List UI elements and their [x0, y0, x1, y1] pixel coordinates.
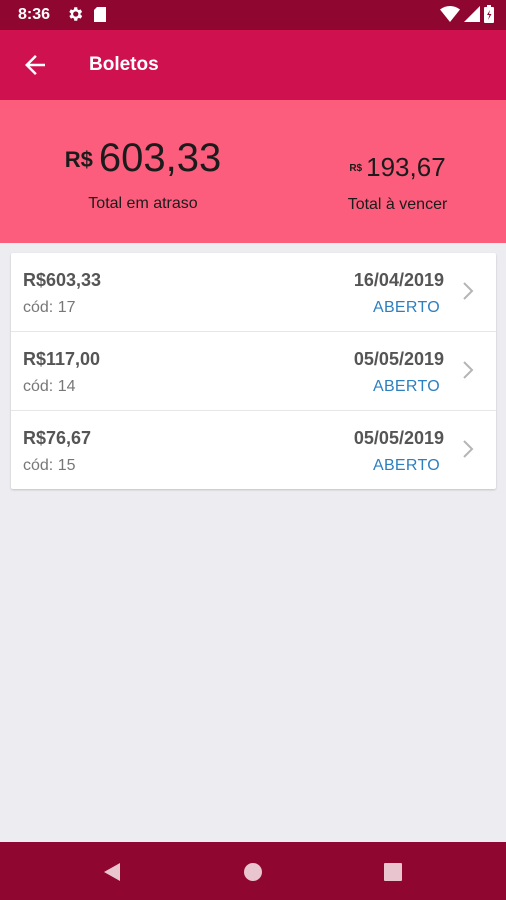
- boleto-row[interactable]: R$117,00 cód: 14 05/05/2019 ABERTO: [11, 332, 496, 411]
- recents-square-icon[interactable]: [381, 860, 405, 884]
- status-time: 8:36: [18, 6, 51, 23]
- battery-icon: [484, 5, 494, 23]
- boleto-list: R$603,33 cód: 17 16/04/2019 ABERTO R$117…: [11, 253, 496, 489]
- boleto-due-date: 16/04/2019: [353, 270, 444, 290]
- boleto-code: cód: 15: [23, 457, 76, 474]
- overdue-label: Total em atraso: [88, 195, 198, 213]
- boleto-code: cód: 17: [23, 299, 76, 316]
- boleto-status: ABERTO: [372, 378, 440, 395]
- page-title: Boletos: [89, 54, 159, 75]
- status-icons: [440, 5, 494, 23]
- boleto-amount: R$76,67: [23, 428, 92, 448]
- summary-panel: R$ 603,33 Total em atraso R$ 193,67 Total …: [0, 100, 506, 243]
- boleto-row[interactable]: R$76,67 cód: 15 05/05/2019 ABERTO: [11, 411, 496, 489]
- upcoming-total: R$ 193,67 Total à vencer: [330, 152, 465, 214]
- home-circle-icon[interactable]: [241, 860, 265, 884]
- upcoming-currency: R$: [349, 163, 363, 175]
- upcoming-label: Total à vencer: [347, 196, 448, 214]
- arrow-left-icon[interactable]: [20, 50, 50, 80]
- boleto-due-date: 05/05/2019: [353, 349, 444, 369]
- status-bar: 8:36: [0, 0, 506, 30]
- boleto-status: ABERTO: [372, 457, 440, 474]
- upcoming-amount: 193,67: [366, 152, 446, 182]
- overdue-total: R$ 603,33 Total em atraso: [40, 135, 246, 213]
- chevron-right-icon: [463, 282, 474, 300]
- boleto-amount: R$117,00: [23, 349, 101, 369]
- gear-icon: [69, 7, 83, 21]
- boleto-status: ABERTO: [372, 299, 440, 316]
- signal-icon: [464, 6, 480, 22]
- chevron-right-icon: [463, 361, 474, 379]
- boleto-amount: R$603,33: [23, 270, 102, 290]
- overdue-amount: 603,33: [98, 136, 222, 180]
- boleto-due-date: 05/05/2019: [353, 428, 444, 448]
- overdue-currency: R$: [64, 147, 93, 173]
- boleto-row[interactable]: R$603,33 cód: 17 16/04/2019 ABERTO: [11, 253, 496, 332]
- wifi-icon: [440, 6, 460, 22]
- chevron-right-icon: [463, 440, 474, 458]
- system-nav-bar: [0, 842, 506, 900]
- boleto-code: cód: 14: [23, 378, 76, 395]
- sd-card-icon: [94, 7, 106, 22]
- back-triangle-icon[interactable]: [100, 860, 124, 884]
- app-bar: Boletos: [0, 30, 506, 100]
